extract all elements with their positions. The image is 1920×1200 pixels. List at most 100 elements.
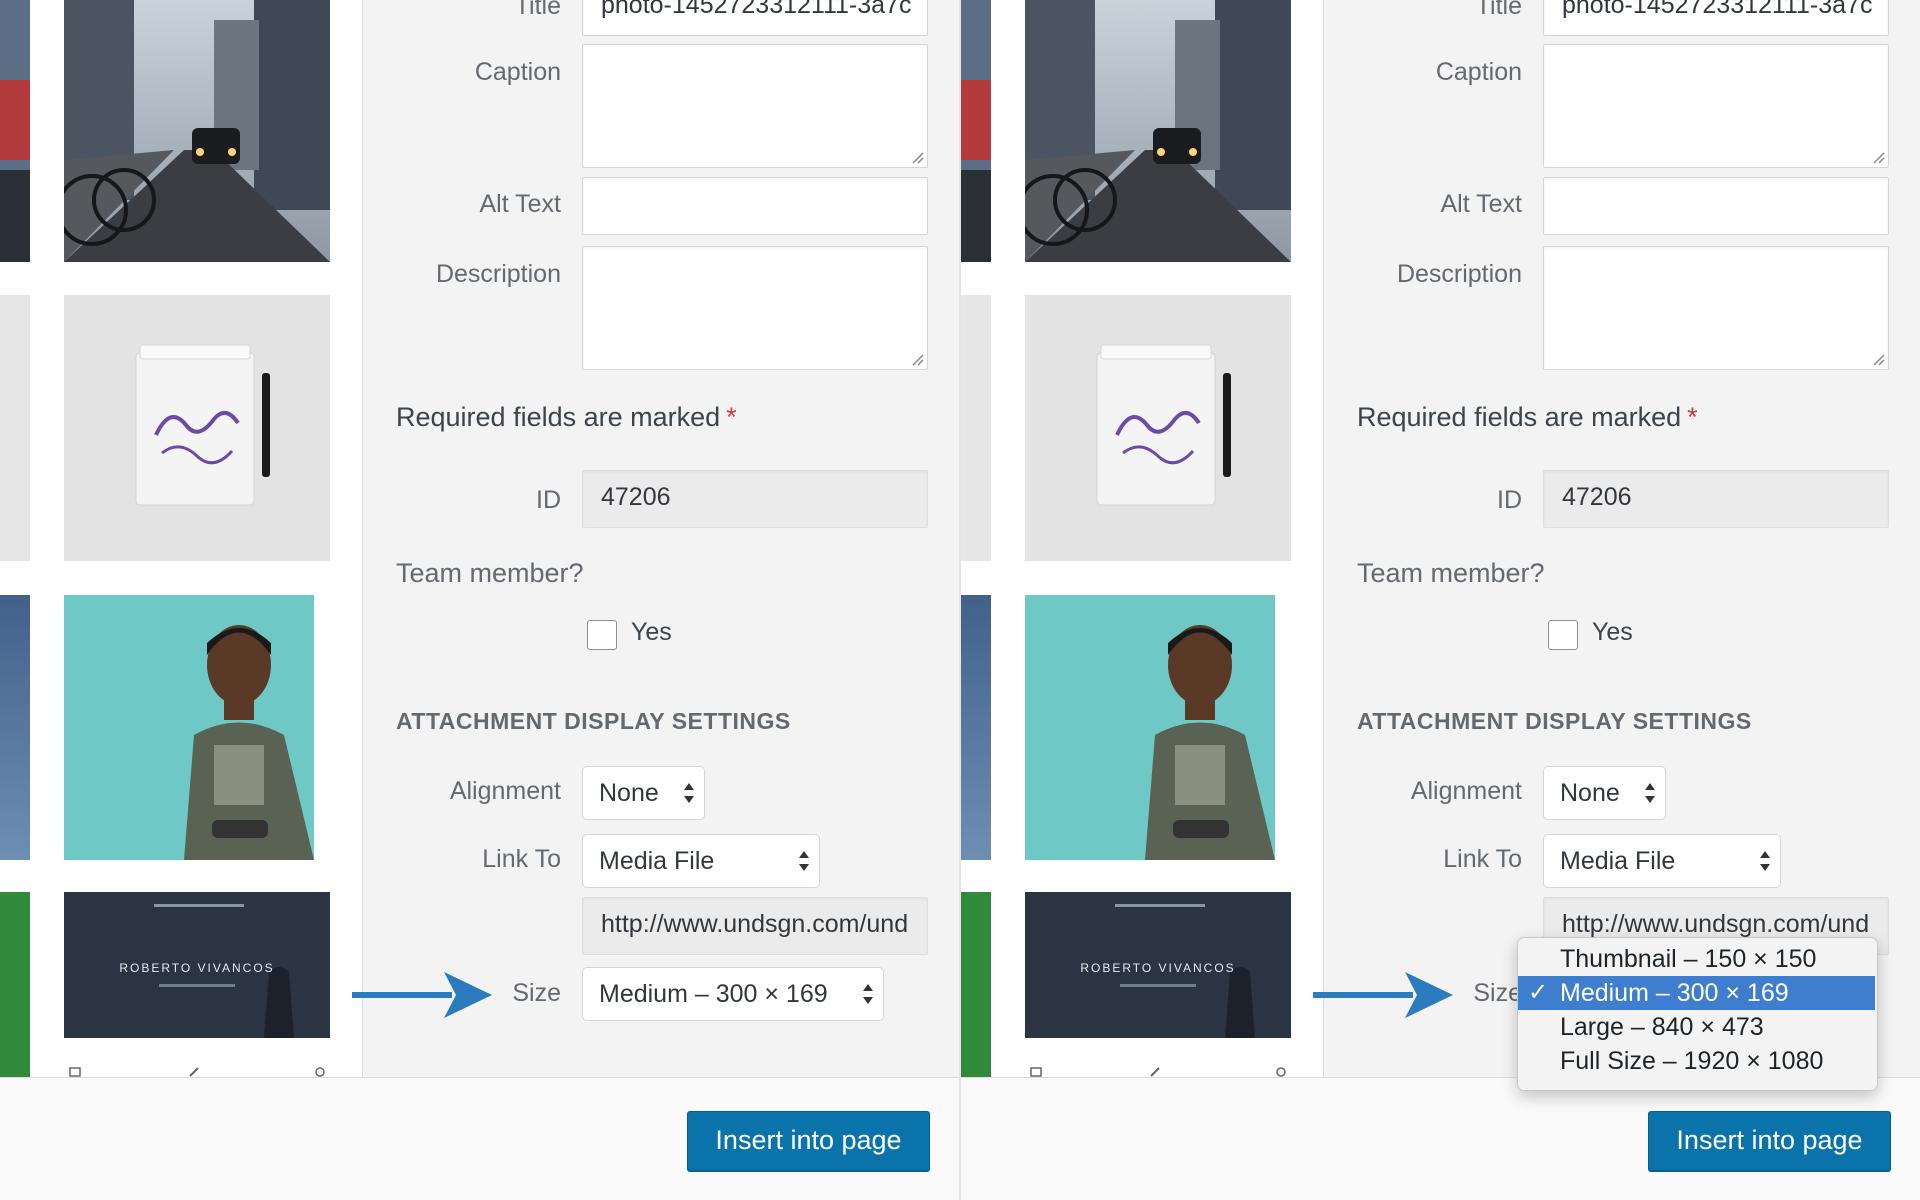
required-fields-note: Required fields are marked *	[1357, 402, 1698, 433]
attachment-thumbnail-portrait[interactable]	[1025, 595, 1291, 860]
link-to-label: Link To	[1443, 845, 1522, 873]
team-member-checkbox-label: Yes	[1592, 618, 1633, 646]
title-field-value: photo-1452723312111-3a7c	[1562, 0, 1873, 19]
size-option-medium[interactable]: ✓ Medium – 300 × 169	[1518, 976, 1875, 1010]
media-modal-left: ROBERTO VIVANCOS Title photo-14527233121…	[0, 0, 960, 1200]
size-option-label: Large – 840 × 473	[1560, 1013, 1764, 1041]
thumbnail-banner-text: ROBERTO VIVANCOS	[119, 961, 274, 975]
attachment-thumbnail-website[interactable]: ROBERTO VIVANCOS	[1025, 892, 1291, 1077]
size-option-full[interactable]: Full Size – 1920 × 1080	[1518, 1044, 1875, 1078]
attachment-thumbnail-website[interactable]: ROBERTO VIVANCOS	[64, 892, 330, 1077]
size-option-large[interactable]: Large – 840 × 473	[1518, 1010, 1875, 1044]
media-modal-toolbar: Insert into page	[0, 1077, 960, 1200]
insert-into-page-button[interactable]: Insert into page	[687, 1111, 930, 1171]
id-label: ID	[536, 486, 561, 514]
alignment-select[interactable]: None	[582, 766, 705, 820]
alt-text-field[interactable]	[582, 177, 928, 235]
alt-text-field[interactable]	[1543, 177, 1889, 235]
caption-label: Caption	[1435, 58, 1522, 86]
link-to-select-value: Media File	[1560, 847, 1676, 875]
resize-grip-icon[interactable]	[910, 150, 924, 164]
select-arrows-icon	[1760, 851, 1770, 871]
checkmark-icon: ✓	[1528, 979, 1549, 1006]
caption-textarea[interactable]	[1543, 44, 1889, 168]
attachment-thumbnail-green-partial[interactable]	[0, 892, 30, 1077]
attachment-thumbnail-city-street[interactable]	[1025, 0, 1291, 262]
team-member-checkbox[interactable]	[587, 620, 617, 650]
size-option-label: Thumbnail – 150 × 150	[1560, 945, 1817, 973]
required-star: *	[1687, 402, 1698, 432]
required-note-text: Required fields are marked	[396, 402, 721, 432]
attachments-grid: ROBERTO VIVANCOS	[961, 0, 1323, 1077]
link-to-select[interactable]: Media File	[582, 834, 820, 888]
thumbnail-banner-text: ROBERTO VIVANCOS	[1080, 961, 1235, 975]
attachment-display-settings-heading: ATTACHMENT DISPLAY SETTINGS	[1357, 708, 1752, 734]
alt-text-label: Alt Text	[479, 190, 561, 218]
team-member-label: Team member?	[396, 558, 584, 588]
attachment-thumbnail-green-partial[interactable]	[961, 892, 991, 1077]
alignment-label: Alignment	[1410, 777, 1522, 805]
attachment-thumbnail-notepad[interactable]	[1025, 295, 1291, 561]
size-select[interactable]: Medium – 300 × 169	[582, 967, 884, 1021]
resize-grip-icon[interactable]	[1871, 352, 1885, 366]
required-note-text: Required fields are marked	[1357, 402, 1682, 432]
size-dropdown-menu: Thumbnail – 150 × 150 ✓ Medium – 300 × 1…	[1517, 937, 1878, 1091]
attachment-details-sidebar: Title photo-1452723312111-3a7c Caption A…	[362, 0, 960, 1077]
attachments-grid: ROBERTO VIVANCOS	[0, 0, 362, 1077]
size-select-value: Medium – 300 × 169	[599, 980, 828, 1008]
description-textarea[interactable]	[582, 246, 928, 370]
link-url-value: http://www.undsgn.com/und	[1562, 910, 1870, 938]
team-member-checkbox-label: Yes	[631, 618, 672, 646]
id-field-value: 47206	[601, 483, 671, 511]
select-arrows-icon	[863, 984, 873, 1004]
media-modal-right: ROBERTO VIVANCOS Title photo-14527233121…	[961, 0, 1920, 1200]
alignment-select-value: None	[599, 779, 659, 807]
annotation-arrow-icon	[1313, 972, 1453, 1018]
title-field[interactable]: photo-1452723312111-3a7c	[582, 0, 928, 36]
resize-grip-icon[interactable]	[910, 352, 924, 366]
link-to-select[interactable]: Media File	[1543, 834, 1781, 888]
alignment-label: Alignment	[449, 777, 561, 805]
attachment-details-sidebar: Title photo-1452723312111-3a7c Caption A…	[1323, 0, 1920, 1077]
size-option-label: Medium – 300 × 169	[1560, 979, 1789, 1007]
attachment-thumbnail-city-partial[interactable]	[0, 0, 30, 262]
attachment-thumbnail-portrait[interactable]	[64, 595, 330, 860]
media-modal-toolbar: Insert into page	[961, 1077, 1920, 1200]
link-to-label: Link To	[482, 845, 561, 873]
team-member-checkbox[interactable]	[1548, 620, 1578, 650]
link-url-value: http://www.undsgn.com/und	[601, 910, 909, 938]
alt-text-label: Alt Text	[1440, 190, 1522, 218]
size-option-label: Full Size – 1920 × 1080	[1560, 1047, 1824, 1075]
link-to-select-value: Media File	[599, 847, 715, 875]
title-field[interactable]: photo-1452723312111-3a7c	[1543, 0, 1889, 36]
attachment-thumbnail-notepad[interactable]	[64, 295, 330, 561]
caption-textarea[interactable]	[582, 44, 928, 168]
team-member-label: Team member?	[1357, 558, 1545, 588]
insert-into-page-button[interactable]: Insert into page	[1648, 1111, 1891, 1171]
attachment-thumbnail-partial[interactable]	[961, 295, 991, 561]
description-textarea[interactable]	[1543, 246, 1889, 370]
select-arrows-icon	[684, 783, 694, 803]
title-field-value: photo-1452723312111-3a7c	[601, 0, 912, 19]
attachment-thumbnail-blue-partial[interactable]	[961, 595, 991, 860]
description-label: Description	[1396, 260, 1522, 288]
link-url-field: http://www.undsgn.com/und	[582, 897, 928, 955]
attachment-thumbnail-partial[interactable]	[0, 295, 30, 561]
resize-grip-icon[interactable]	[1871, 150, 1885, 164]
attachment-thumbnail-city-partial[interactable]	[961, 0, 991, 262]
size-option-thumbnail[interactable]: Thumbnail – 150 × 150	[1518, 942, 1875, 976]
attachment-thumbnail-city-street[interactable]	[64, 0, 330, 262]
title-label: Title	[514, 0, 561, 20]
select-arrows-icon	[799, 851, 809, 871]
required-fields-note: Required fields are marked *	[396, 402, 737, 433]
size-label: Size	[1473, 979, 1522, 1007]
id-label: ID	[1497, 486, 1522, 514]
alignment-select[interactable]: None	[1543, 766, 1666, 820]
alignment-select-value: None	[1560, 779, 1620, 807]
required-star: *	[726, 402, 737, 432]
attachment-display-settings-heading: ATTACHMENT DISPLAY SETTINGS	[396, 708, 791, 734]
annotation-arrow-icon	[352, 972, 492, 1018]
id-field-value: 47206	[1562, 483, 1632, 511]
attachment-thumbnail-blue-partial[interactable]	[0, 595, 30, 860]
id-field: 47206	[1543, 470, 1889, 528]
